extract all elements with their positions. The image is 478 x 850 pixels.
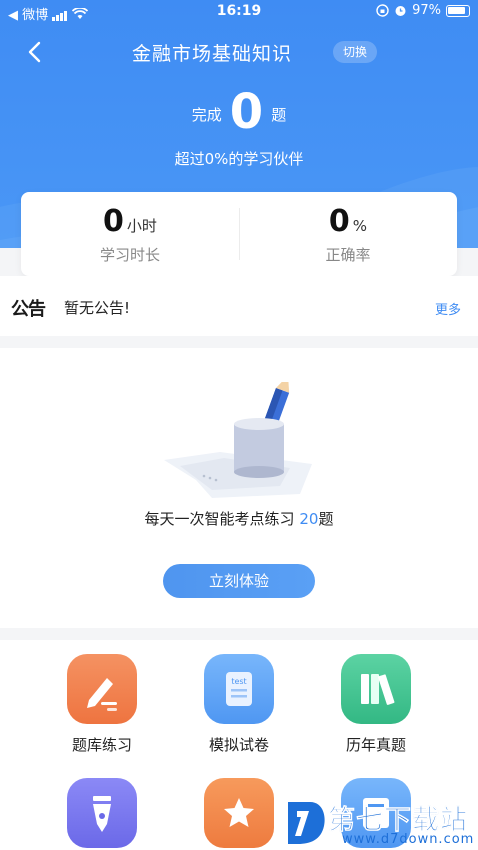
peer-rank-text: 超过0%的学习伙伴: [174, 150, 304, 168]
notice-more-link[interactable]: 更多: [435, 299, 461, 318]
svg-text:test: test: [231, 677, 246, 686]
accuracy-value: 0: [328, 204, 350, 239]
accuracy-label: 正确率: [325, 246, 371, 264]
accuracy-stat: 0% 正确率: [239, 192, 457, 276]
lock-rotation-icon: [376, 4, 389, 17]
status-bar: ◀ 微博 16:19 97%: [0, 0, 478, 24]
feature-past-papers[interactable]: 历年真题: [316, 654, 436, 755]
daily-practice-card: 每天一次智能考点练习 20题 立刻体验: [0, 348, 478, 628]
completed-summary: 完成 0 题: [0, 88, 478, 136]
try-now-button[interactable]: 立刻体验: [163, 564, 315, 598]
completed-suffix: 题: [271, 106, 287, 124]
study-time-unit: 小时: [126, 217, 157, 235]
battery-percent: 97%: [412, 3, 441, 18]
alarm-icon: [395, 6, 406, 16]
feature-mock-exam[interactable]: test 模拟试卷: [179, 654, 299, 755]
feature-question-bank[interactable]: 题库练习: [42, 654, 162, 755]
feature-label: 题库练习: [71, 736, 132, 754]
test-paper-icon: test: [204, 654, 274, 724]
feature-item-4[interactable]: [42, 778, 162, 850]
pencil-cup-illustration: [164, 382, 312, 498]
switch-subject-button[interactable]: 切换: [333, 41, 377, 63]
accuracy-unit: %: [352, 217, 368, 235]
nav-bar: 金融市场基础知识 切换: [0, 30, 478, 74]
practice-text-prefix: 每天一次智能考点练习: [144, 510, 295, 528]
completed-count: 0: [229, 84, 264, 140]
battery-icon: [446, 4, 470, 17]
daily-practice-text: 每天一次智能考点练习 20题: [0, 508, 478, 529]
study-time-stat: 0 小时 学习时长: [21, 192, 239, 276]
watermark-url: www.d7down.com: [342, 832, 475, 847]
practice-count: 20: [299, 510, 319, 528]
books-icon: [341, 654, 411, 724]
notice-text: 暂无公告!: [64, 299, 131, 317]
site-watermark: 第七下载站 www.d7down.com: [282, 796, 478, 850]
study-time-value: 0: [103, 204, 124, 239]
star-icon: [204, 778, 274, 848]
pen-write-icon: [67, 654, 137, 724]
practice-text-suffix: 题: [318, 510, 334, 528]
notice-tag: 公告: [11, 299, 46, 320]
notice-bar[interactable]: 公告 暂无公告! 更多: [0, 276, 478, 336]
study-time-label: 学习时长: [99, 246, 160, 264]
page-title: 金融市场基础知识: [131, 43, 292, 65]
stats-card: 0 小时 学习时长 0% 正确率: [21, 192, 457, 276]
feature-label: 模拟试卷: [208, 736, 269, 754]
feature-item-5[interactable]: [179, 778, 299, 850]
completed-prefix: 完成: [191, 106, 222, 124]
fountain-pen-icon: [67, 778, 137, 848]
d7-logo-icon: [288, 802, 325, 844]
feature-label: 历年真题: [345, 736, 406, 754]
